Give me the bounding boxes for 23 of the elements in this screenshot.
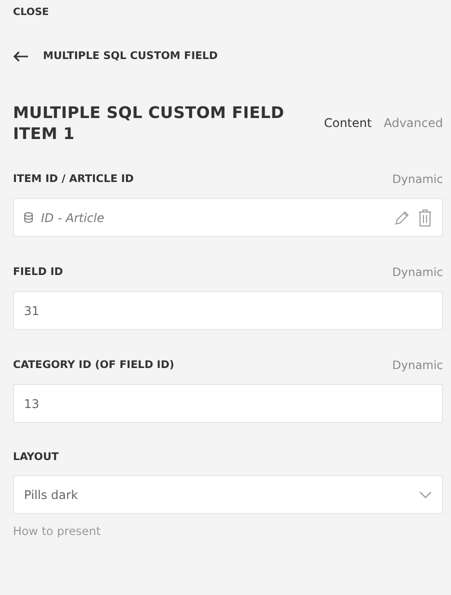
- field-label: CATEGORY ID (OF FIELD ID): [13, 359, 174, 371]
- back-arrow-icon[interactable]: [13, 50, 29, 62]
- source-field[interactable]: ID - Article: [13, 198, 443, 237]
- edit-icon[interactable]: [394, 210, 410, 226]
- tab[interactable]: Advanced: [384, 116, 443, 130]
- select-field[interactable]: Pills dark: [13, 475, 443, 514]
- field-label: FIELD ID: [13, 266, 63, 278]
- page-title: MULTIPLE SQL CUSTOM FIELD ITEM 1: [13, 102, 286, 144]
- trash-icon[interactable]: [418, 208, 432, 226]
- close-link[interactable]: CLOSE: [13, 7, 49, 18]
- dynamic-label: Dynamic: [392, 172, 443, 186]
- chevron-down-icon: [419, 490, 432, 498]
- field-label: ITEM ID / ARTICLE ID: [13, 173, 134, 185]
- dynamic-label: Dynamic: [392, 265, 443, 279]
- text-field[interactable]: 31: [13, 291, 443, 330]
- tab[interactable]: Content: [324, 116, 372, 130]
- breadcrumb-title: MULTIPLE SQL CUSTOM FIELD: [43, 50, 218, 62]
- help-text: How to present: [13, 524, 102, 538]
- dynamic-label: Dynamic: [392, 358, 443, 372]
- source-value: ID - Article: [41, 210, 106, 224]
- field-label: LAYOUT: [13, 451, 59, 463]
- database-icon: [24, 212, 33, 223]
- text-field[interactable]: 13: [13, 384, 443, 423]
